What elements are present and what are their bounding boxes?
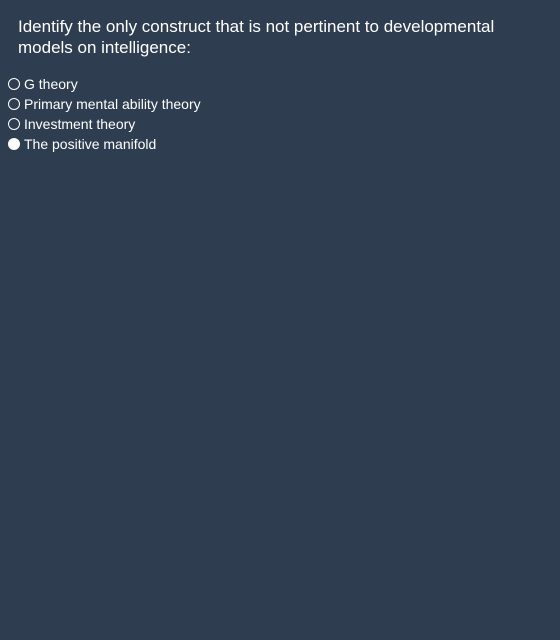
option-label: Investment theory xyxy=(24,116,136,132)
radio-button[interactable] xyxy=(8,98,20,110)
option-label: Primary mental ability theory xyxy=(24,96,201,112)
radio-button[interactable] xyxy=(8,138,20,150)
quiz-panel: Identify the only construct that is not … xyxy=(0,0,560,640)
option-label: The positive manifold xyxy=(24,136,157,152)
radio-button[interactable] xyxy=(8,78,20,90)
question-text: Identify the only construct that is not … xyxy=(18,17,495,57)
option-investment-theory[interactable]: Investment theory xyxy=(8,114,201,134)
option-positive-manifold[interactable]: The positive manifold xyxy=(8,134,201,154)
option-primary-mental-ability-theory[interactable]: Primary mental ability theory xyxy=(8,94,201,114)
radio-button[interactable] xyxy=(8,118,20,130)
answer-options: G theory Primary mental ability theory I… xyxy=(8,74,201,154)
option-g-theory[interactable]: G theory xyxy=(8,74,201,94)
option-label: G theory xyxy=(24,76,78,92)
